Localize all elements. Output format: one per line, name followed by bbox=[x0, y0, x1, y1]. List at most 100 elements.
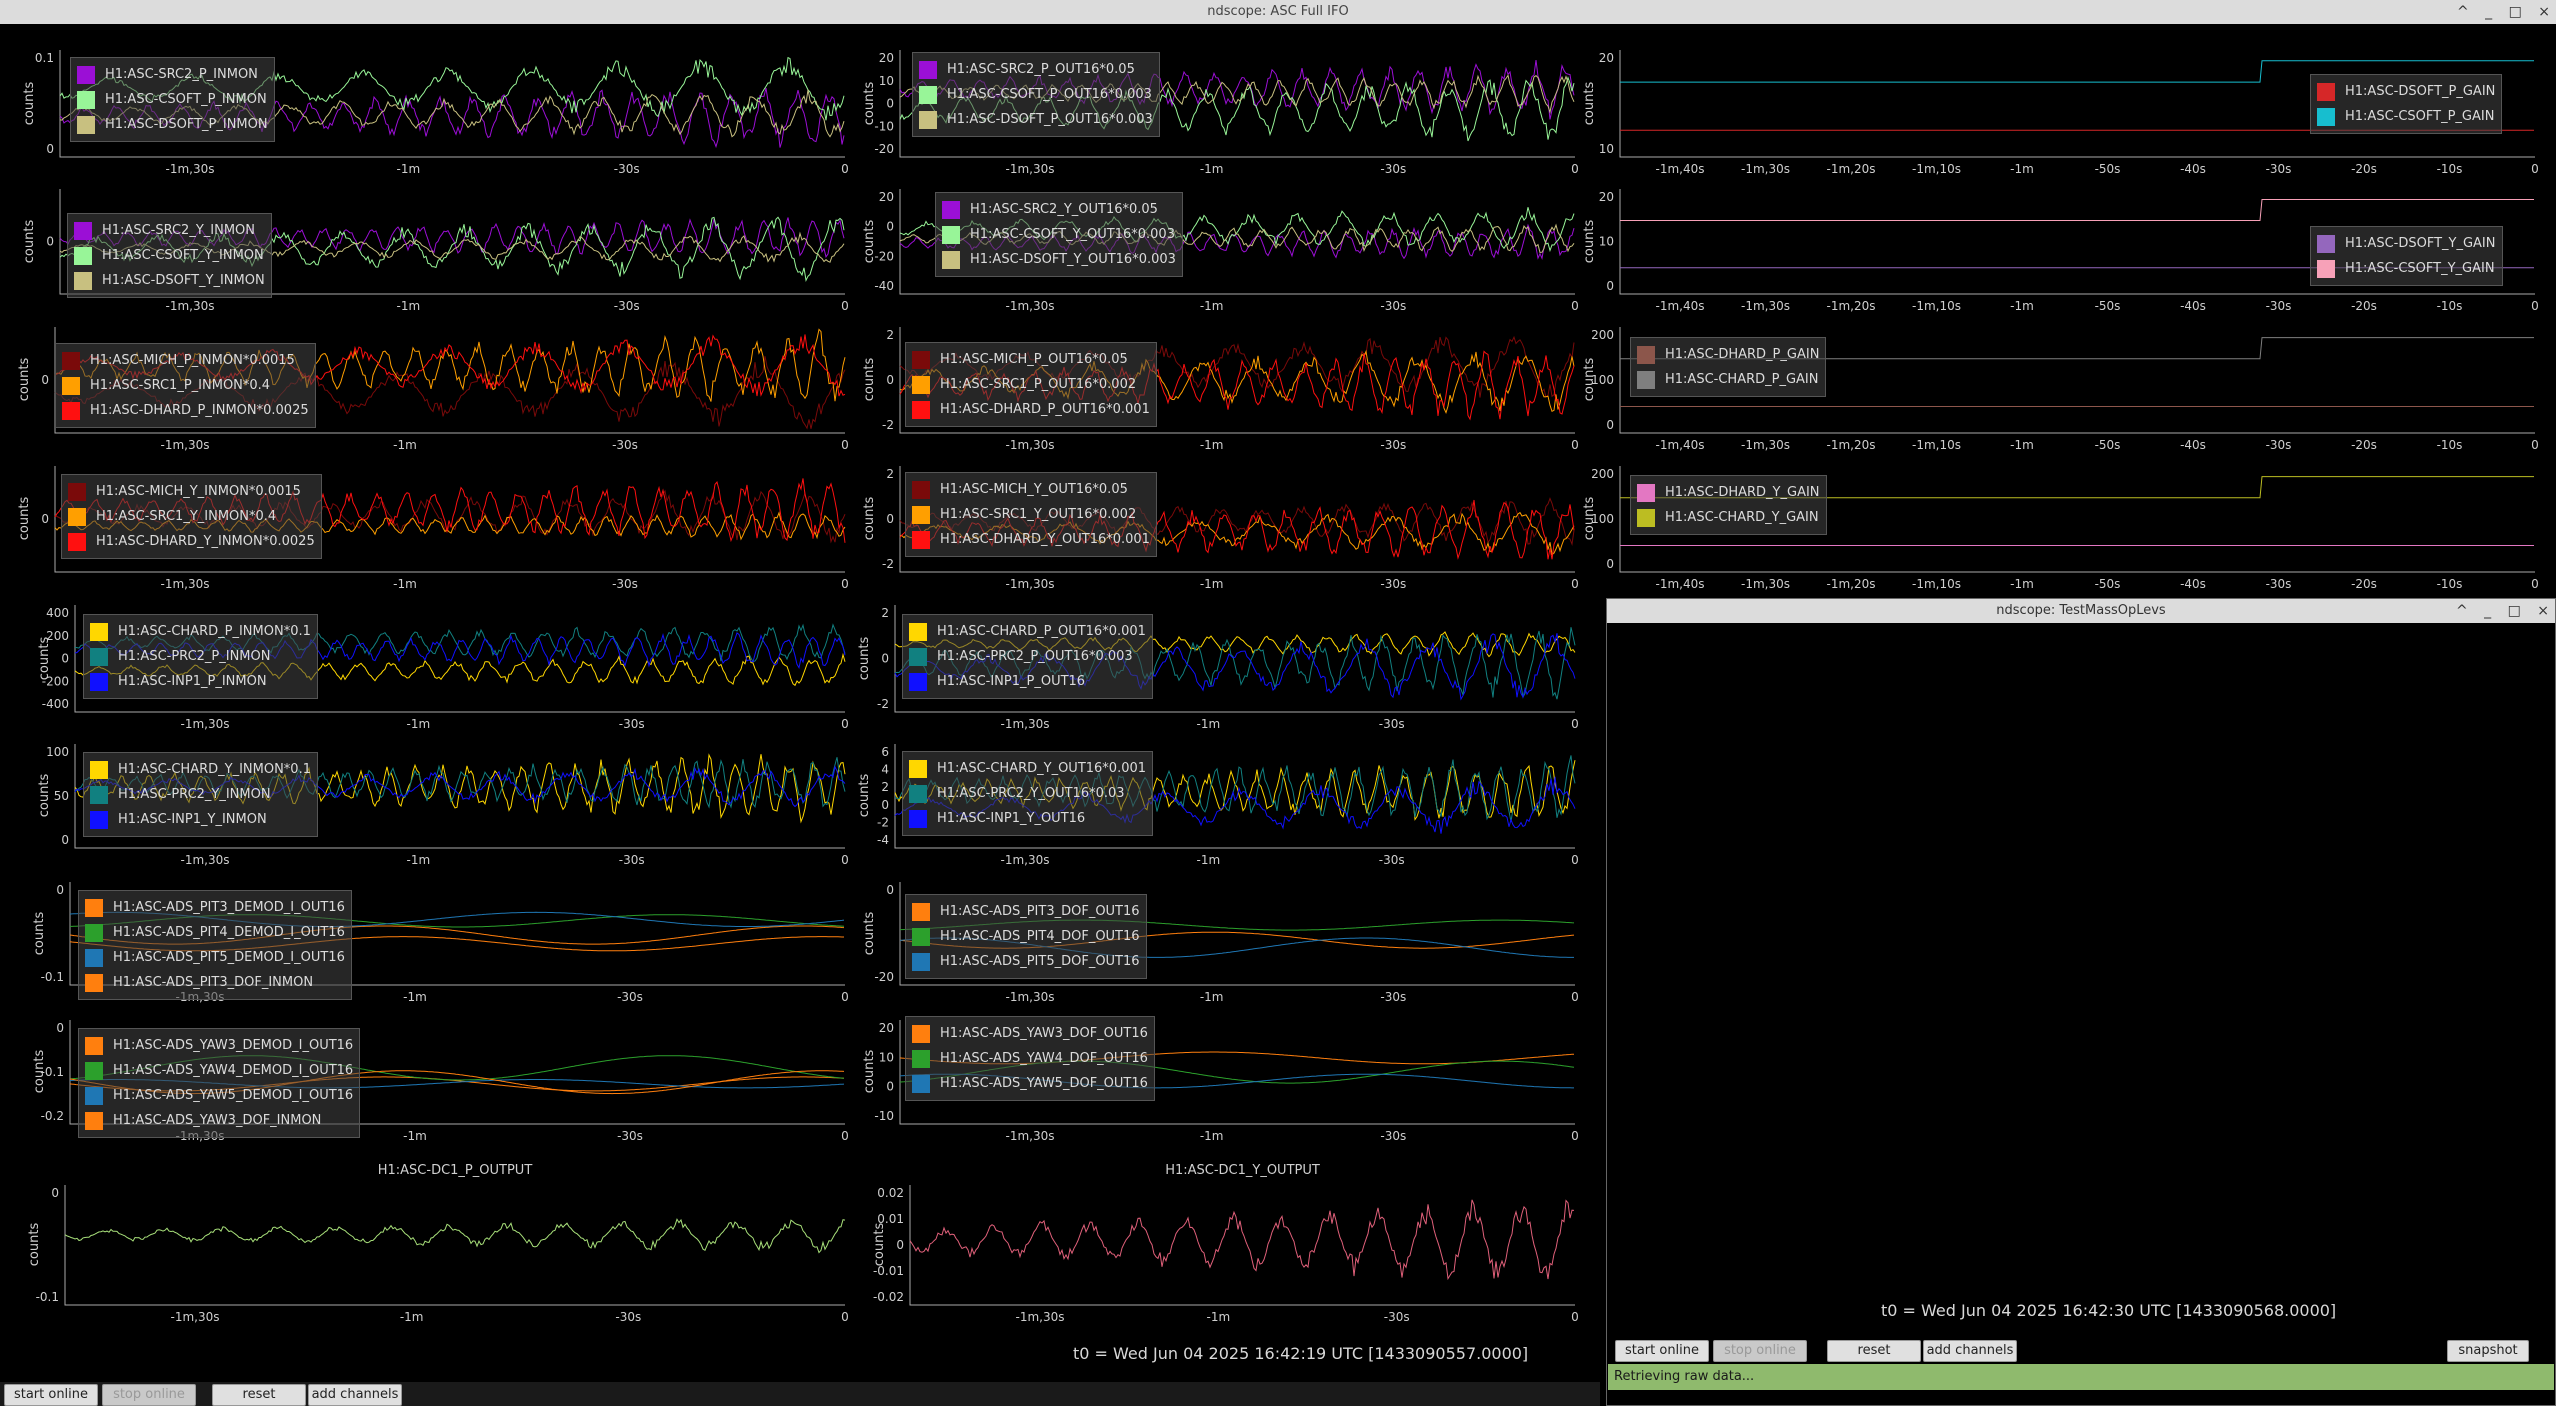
legend-item[interactable]: H1:ASC-DSOFT_P_GAIN bbox=[2317, 79, 2495, 104]
legend-item[interactable]: H1:ASC-DHARD_Y_OUT16*0.001 bbox=[912, 527, 1150, 552]
legend-item[interactable]: H1:ASC-CHARD_Y_OUT16*0.001 bbox=[909, 756, 1146, 781]
sub-stop-online-button[interactable]: stop online bbox=[1713, 1340, 1807, 1362]
legend-item[interactable]: H1:ASC-ADS_YAW4_DOF_OUT16 bbox=[912, 1046, 1148, 1071]
legend[interactable]: H1:ASC-CHARD_Y_OUT16*0.001 H1:ASC-PRC2_Y_… bbox=[902, 751, 1154, 836]
sub-minimize-icon[interactable]: _ bbox=[2484, 599, 2491, 623]
legend-item[interactable]: H1:ASC-ADS_PIT3_DOF_INMON bbox=[85, 970, 345, 995]
legend-item[interactable]: H1:ASC-DHARD_P_INMON*0.0025 bbox=[62, 398, 309, 423]
legend-item[interactable]: H1:ASC-CHARD_Y_INMON*0.1 bbox=[90, 757, 311, 782]
maximize-icon[interactable]: □ bbox=[2509, 0, 2522, 24]
legend-item[interactable]: H1:ASC-SRC1_Y_INMON*0.4 bbox=[68, 504, 315, 529]
legend-item[interactable]: H1:ASC-PRC2_P_INMON bbox=[90, 644, 311, 669]
x-tick-label: 0 bbox=[1571, 1310, 1579, 1324]
legend-item[interactable]: H1:ASC-CSOFT_Y_OUT16*0.003 bbox=[942, 222, 1176, 247]
legend-swatch bbox=[85, 898, 103, 917]
sub-start-online-button[interactable]: start online bbox=[1615, 1340, 1709, 1362]
legend-item[interactable]: H1:ASC-ADS_YAW3_DOF_OUT16 bbox=[912, 1021, 1148, 1046]
legend[interactable]: H1:ASC-DHARD_Y_GAIN H1:ASC-CHARD_Y_GAIN bbox=[1630, 475, 1827, 535]
legend-item[interactable]: H1:ASC-SRC1_P_INMON*0.4 bbox=[62, 373, 309, 398]
legend-item[interactable]: H1:ASC-DSOFT_Y_INMON bbox=[74, 268, 265, 293]
legend[interactable]: H1:ASC-SRC2_Y_INMON H1:ASC-CSOFT_Y_INMON H… bbox=[67, 213, 272, 298]
legend-item[interactable]: H1:ASC-ADS_PIT4_DOF_OUT16 bbox=[912, 924, 1140, 949]
legend-item[interactable]: H1:ASC-ADS_YAW3_DOF_INMON bbox=[85, 1108, 353, 1133]
legend[interactable]: H1:ASC-CHARD_Y_INMON*0.1 H1:ASC-PRC2_Y_IN… bbox=[83, 752, 318, 837]
legend[interactable]: H1:ASC-CHARD_P_OUT16*0.001 H1:ASC-PRC2_P_… bbox=[902, 614, 1153, 699]
legend[interactable]: H1:ASC-ADS_YAW3_DEMOD_I_OUT16 H1:ASC-ADS_… bbox=[78, 1028, 361, 1138]
menu-icon[interactable]: ^ bbox=[2457, 0, 2469, 24]
legend-item[interactable]: H1:ASC-CSOFT_P_OUT16*0.003 bbox=[919, 82, 1153, 107]
legend-item[interactable]: H1:ASC-DSOFT_Y_GAIN bbox=[2317, 231, 2496, 256]
legend-item[interactable]: H1:ASC-ADS_PIT5_DEMOD_I_OUT16 bbox=[85, 945, 345, 970]
legend[interactable]: H1:ASC-SRC2_Y_OUT16*0.05 H1:ASC-CSOFT_Y_O… bbox=[935, 192, 1183, 277]
legend-item[interactable]: H1:ASC-ADS_YAW5_DOF_OUT16 bbox=[912, 1071, 1148, 1096]
legend[interactable]: H1:ASC-MICH_P_INMON*0.0015 H1:ASC-SRC1_P_… bbox=[55, 343, 316, 428]
sub-menu-icon[interactable]: ^ bbox=[2456, 599, 2468, 623]
legend-item[interactable]: H1:ASC-MICH_P_OUT16*0.05 bbox=[912, 347, 1150, 372]
legend-item[interactable]: H1:ASC-SRC2_Y_OUT16*0.05 bbox=[942, 197, 1176, 222]
stop-online-button[interactable]: stop online bbox=[102, 1384, 196, 1406]
legend-item[interactable]: H1:ASC-ADS_PIT3_DOF_OUT16 bbox=[912, 899, 1140, 924]
legend-item[interactable]: H1:ASC-PRC2_Y_INMON bbox=[90, 782, 311, 807]
sub-add-channels-button[interactable]: add channels bbox=[1923, 1340, 2017, 1362]
legend[interactable]: H1:ASC-DHARD_P_GAIN H1:ASC-CHARD_P_GAIN bbox=[1630, 337, 1827, 397]
legend-item[interactable]: H1:ASC-ADS_PIT5_DOF_OUT16 bbox=[912, 949, 1140, 974]
legend-item[interactable]: H1:ASC-CSOFT_Y_GAIN bbox=[2317, 256, 2496, 281]
legend-item[interactable]: H1:ASC-DHARD_P_GAIN bbox=[1637, 342, 1819, 367]
legend-item[interactable]: H1:ASC-DHARD_Y_GAIN bbox=[1637, 480, 1820, 505]
close-icon[interactable]: × bbox=[2538, 0, 2550, 24]
legend[interactable]: H1:ASC-MICH_P_OUT16*0.05 H1:ASC-SRC1_P_OU… bbox=[905, 342, 1157, 427]
legend-item[interactable]: H1:ASC-SRC2_Y_INMON bbox=[74, 218, 265, 243]
reset-button[interactable]: reset bbox=[212, 1384, 306, 1406]
legend-item[interactable]: H1:ASC-CSOFT_P_INMON bbox=[77, 87, 268, 112]
sub-reset-button[interactable]: reset bbox=[1827, 1340, 1921, 1362]
legend[interactable]: H1:ASC-ADS_PIT3_DOF_OUT16 H1:ASC-ADS_PIT4… bbox=[905, 894, 1147, 979]
legend-item[interactable]: H1:ASC-SRC1_Y_OUT16*0.002 bbox=[912, 502, 1150, 527]
legend-item[interactable]: H1:ASC-CSOFT_Y_INMON bbox=[74, 243, 265, 268]
legend-item[interactable]: H1:ASC-DSOFT_P_INMON bbox=[77, 112, 268, 137]
legend[interactable]: H1:ASC-ADS_YAW3_DOF_OUT16 H1:ASC-ADS_YAW4… bbox=[905, 1016, 1155, 1101]
legend-item[interactable]: H1:ASC-DHARD_P_OUT16*0.001 bbox=[912, 397, 1150, 422]
legend[interactable]: H1:ASC-SRC2_P_INMON H1:ASC-CSOFT_P_INMON H… bbox=[70, 57, 275, 142]
legend-item[interactable]: H1:ASC-CHARD_P_GAIN bbox=[1637, 367, 1819, 392]
legend-item[interactable]: H1:ASC-DSOFT_P_OUT16*0.003 bbox=[919, 107, 1153, 132]
legend[interactable]: H1:ASC-MICH_Y_OUT16*0.05 H1:ASC-SRC1_Y_OU… bbox=[905, 472, 1157, 557]
legend[interactable]: H1:ASC-DSOFT_P_GAIN H1:ASC-CSOFT_P_GAIN bbox=[2310, 74, 2503, 134]
minimize-icon[interactable]: _ bbox=[2485, 0, 2492, 24]
legend-item[interactable]: H1:ASC-ADS_YAW4_DEMOD_I_OUT16 bbox=[85, 1058, 353, 1083]
legend-item[interactable]: H1:ASC-INP1_Y_OUT16 bbox=[909, 806, 1146, 831]
legend-item[interactable]: H1:ASC-CSOFT_P_GAIN bbox=[2317, 104, 2495, 129]
start-online-button[interactable]: start online bbox=[4, 1384, 98, 1406]
plot-p91[interactable]: 0 -0.1 -1m,30s -1m -30s 0 bbox=[36, 1185, 849, 1325]
legend-item[interactable]: H1:ASC-ADS_YAW5_DEMOD_I_OUT16 bbox=[85, 1083, 353, 1108]
legend-item[interactable]: H1:ASC-ADS_YAW3_DEMOD_I_OUT16 bbox=[85, 1033, 353, 1058]
legend-item[interactable]: H1:ASC-INP1_P_INMON bbox=[90, 669, 311, 694]
legend-item[interactable]: H1:ASC-INP1_Y_INMON bbox=[90, 807, 311, 832]
snapshot-button[interactable]: snapshot bbox=[2447, 1340, 2529, 1362]
legend-item[interactable]: H1:ASC-ADS_PIT3_DEMOD_I_OUT16 bbox=[85, 895, 345, 920]
legend-item[interactable]: H1:ASC-DHARD_Y_INMON*0.0025 bbox=[68, 529, 315, 554]
sub-maximize-icon[interactable]: □ bbox=[2508, 599, 2521, 623]
legend-item[interactable]: H1:ASC-SRC2_P_OUT16*0.05 bbox=[919, 57, 1153, 82]
legend-item[interactable]: H1:ASC-SRC1_P_OUT16*0.002 bbox=[912, 372, 1150, 397]
y-tick-label: 0 bbox=[61, 833, 69, 847]
legend-item[interactable]: H1:ASC-PRC2_Y_OUT16*0.03 bbox=[909, 781, 1146, 806]
add-channels-button[interactable]: add channels bbox=[308, 1384, 402, 1406]
legend[interactable]: H1:ASC-ADS_PIT3_DEMOD_I_OUT16 H1:ASC-ADS_… bbox=[78, 890, 352, 1000]
legend-item[interactable]: H1:ASC-MICH_Y_OUT16*0.05 bbox=[912, 477, 1150, 502]
legend[interactable]: H1:ASC-DSOFT_Y_GAIN H1:ASC-CSOFT_Y_GAIN bbox=[2310, 226, 2503, 286]
legend[interactable]: H1:ASC-MICH_Y_INMON*0.0015 H1:ASC-SRC1_Y_… bbox=[61, 474, 322, 559]
legend-item[interactable]: H1:ASC-SRC2_P_INMON bbox=[77, 62, 268, 87]
legend-item[interactable]: H1:ASC-CHARD_Y_GAIN bbox=[1637, 505, 1820, 530]
legend[interactable]: H1:ASC-CHARD_P_INMON*0.1 H1:ASC-PRC2_P_IN… bbox=[83, 614, 318, 699]
legend-item[interactable]: H1:ASC-DSOFT_Y_OUT16*0.003 bbox=[942, 247, 1176, 272]
plot-p92[interactable]: 0.02 0.01 0 -0.01 -0.02 -1m,30s -1m -30s 0 bbox=[873, 1185, 1579, 1325]
legend-item[interactable]: H1:ASC-PRC2_P_OUT16*0.003 bbox=[909, 644, 1146, 669]
legend-item[interactable]: H1:ASC-INP1_P_OUT16 bbox=[909, 669, 1146, 694]
legend-item[interactable]: H1:ASC-MICH_P_INMON*0.0015 bbox=[62, 348, 309, 373]
legend-item[interactable]: H1:ASC-CHARD_P_INMON*0.1 bbox=[90, 619, 311, 644]
legend-item[interactable]: H1:ASC-CHARD_P_OUT16*0.001 bbox=[909, 619, 1146, 644]
legend-item[interactable]: H1:ASC-MICH_Y_INMON*0.0015 bbox=[68, 479, 315, 504]
sub-close-icon[interactable]: × bbox=[2537, 599, 2549, 623]
legend-item[interactable]: H1:ASC-ADS_PIT4_DEMOD_I_OUT16 bbox=[85, 920, 345, 945]
legend[interactable]: H1:ASC-SRC2_P_OUT16*0.05 H1:ASC-CSOFT_P_O… bbox=[912, 52, 1160, 137]
